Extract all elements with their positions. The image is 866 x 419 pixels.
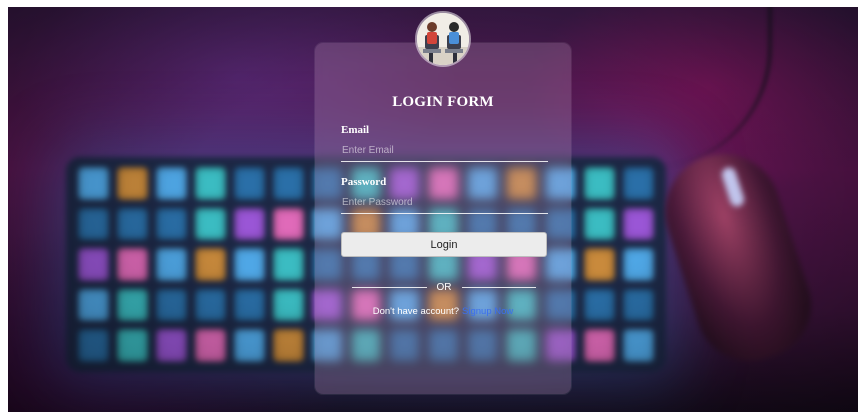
email-label: Email (341, 124, 370, 136)
divider-line-left (352, 286, 427, 288)
email-field[interactable] (341, 141, 548, 162)
signup-row: Don't have account? Signup Now (315, 306, 571, 317)
form-title: LOGIN FORM (392, 94, 494, 110)
password-field[interactable] (341, 193, 548, 214)
avatar-icon (417, 13, 469, 65)
or-divider: OR (352, 280, 536, 294)
or-text: OR (436, 281, 452, 293)
login-page: LOGIN FORM Email Password Login OR Don't… (0, 0, 866, 419)
divider-line-right (461, 286, 536, 288)
signup-prompt: Don't have account? (372, 306, 460, 317)
password-label: Password (341, 176, 387, 188)
login-button[interactable]: Login (341, 232, 547, 257)
signup-link[interactable]: Signup Now (462, 306, 513, 317)
